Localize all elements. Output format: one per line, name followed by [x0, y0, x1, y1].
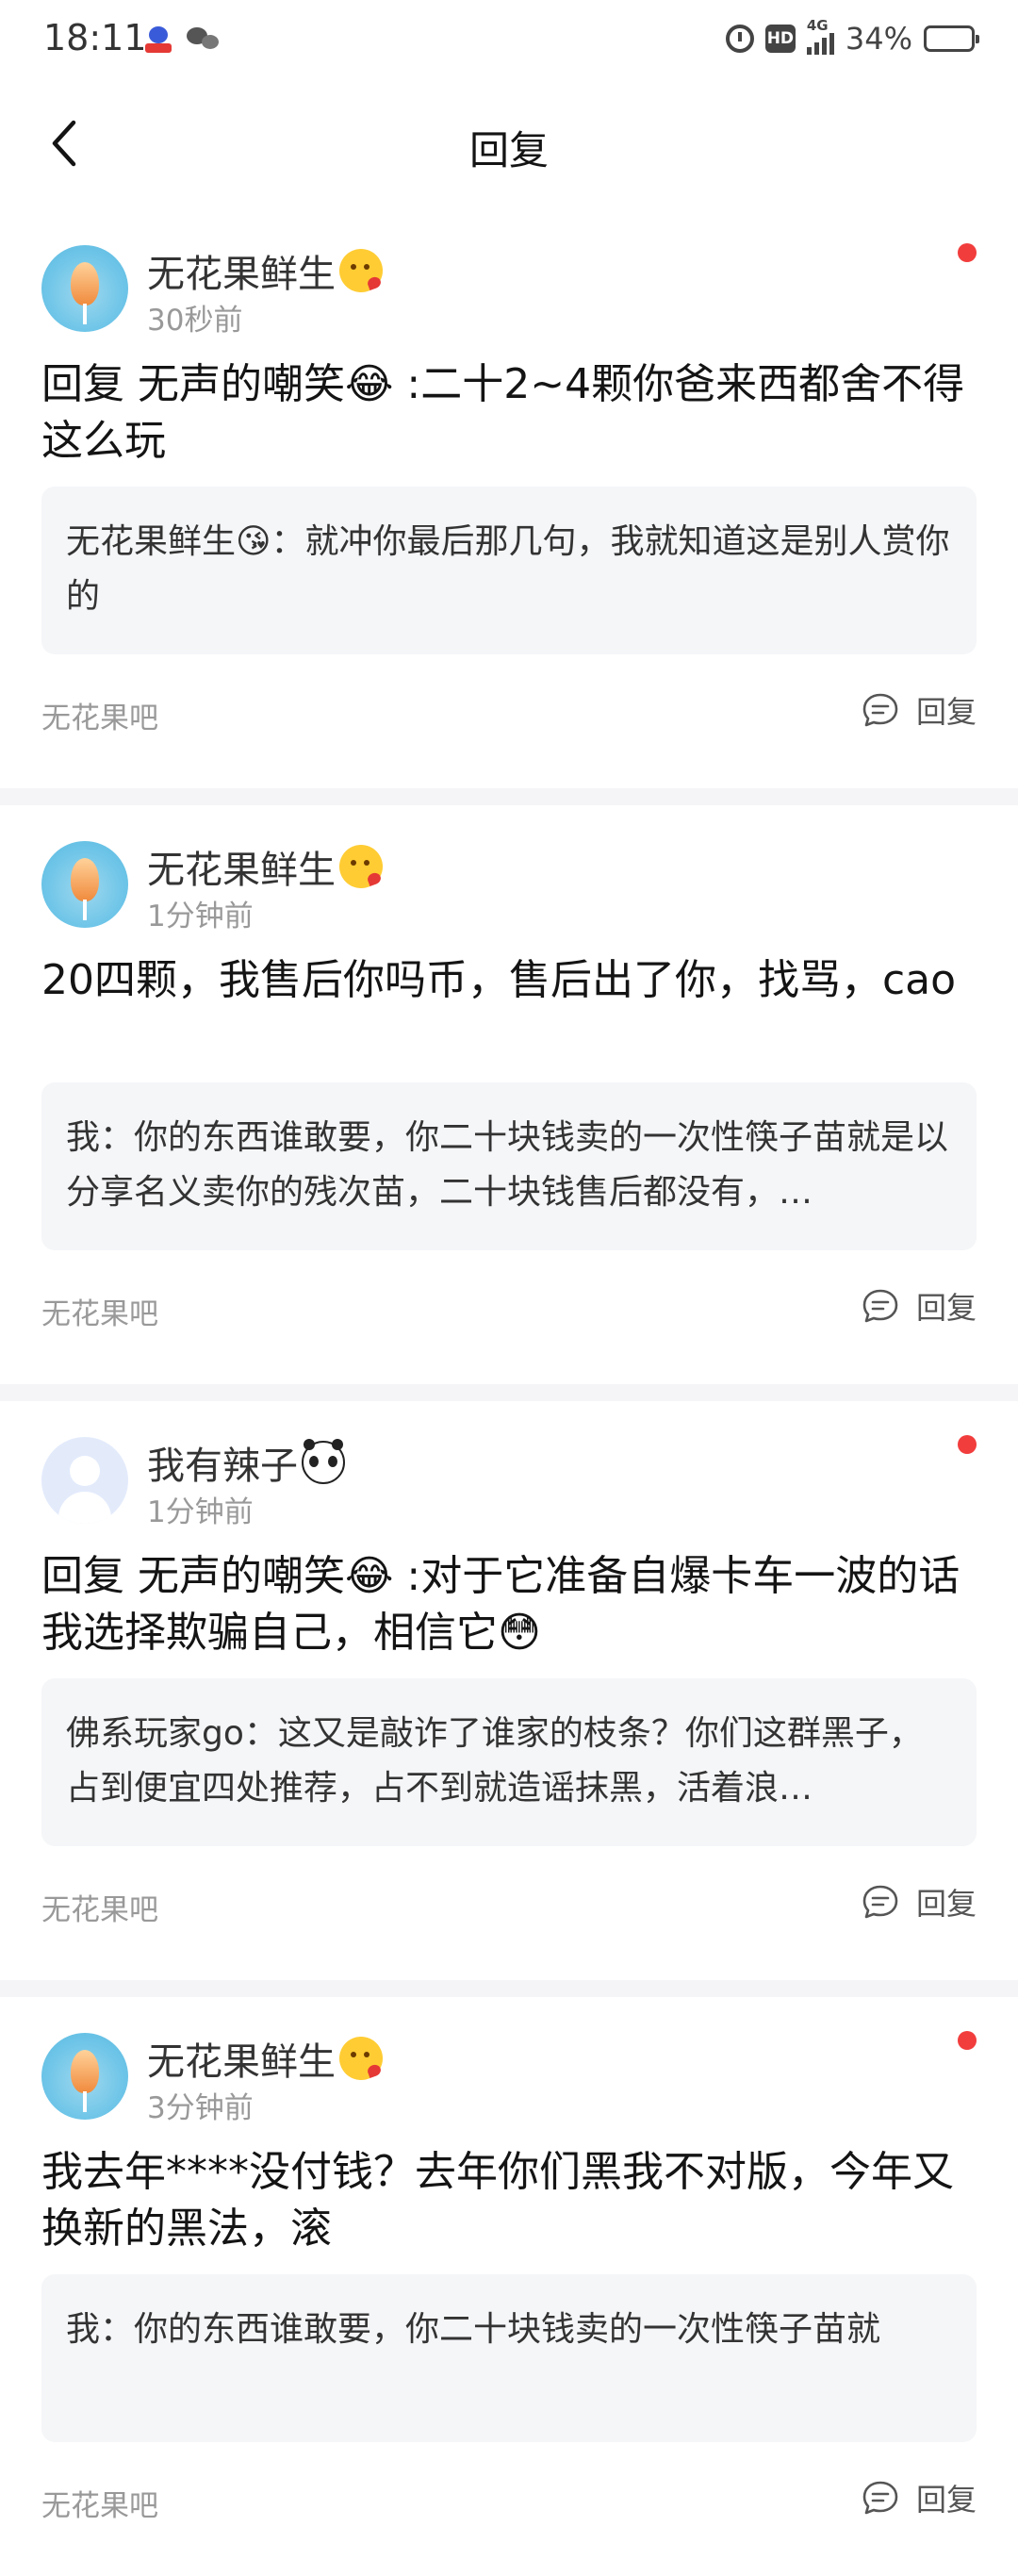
avatar[interactable] [41, 841, 128, 928]
card-divider [0, 1980, 1018, 1997]
status-time: 18:11 [43, 17, 147, 58]
quoted-comment-text: 无花果鲜生😘：就冲你最后那几句，我就知道这是别人赏你的 [66, 522, 950, 616]
quoted-comment-text: 我：你的东西谁敢要，你二十块钱卖的一次性筷子苗就 [66, 2310, 881, 2349]
kiss-emoji-icon [339, 845, 383, 888]
signal-icon: 4G [806, 17, 834, 55]
forum-name[interactable]: 无花果吧 [41, 694, 158, 736]
quoted-comment[interactable]: 无花果鲜生😘：就冲你最后那几句，我就知道这是别人赏你的 [41, 487, 977, 654]
quoted-comment[interactable]: 我：你的东西谁敢要，你二十块钱卖的一次性筷子苗就是以分享名义卖你的残次苗，二十块… [41, 1082, 977, 1250]
forum-name[interactable]: 无花果吧 [41, 1290, 158, 1332]
kiss-emoji-icon [339, 249, 383, 292]
page-title: 回复 [468, 127, 549, 173]
reply-label: 回复 [915, 1886, 977, 1922]
card-divider [0, 788, 1018, 805]
quoted-comment-text: 佛系玩家go：这又是敲诈了谁家的枝条？你们这群黑子，占到便宜四处推荐，占不到就造… [66, 1714, 923, 1808]
reply-label: 回复 [915, 694, 977, 730]
wechat-icon [187, 25, 219, 54]
reply-label: 回复 [915, 1290, 977, 1326]
comment-icon [862, 1885, 898, 1919]
reply-card[interactable]: 无花果鲜生 3分钟前 我去年****没付钱？去年你们黑我不对版，今年又换新的黑法… [0, 1997, 1018, 2576]
reply-button[interactable]: 回复 [862, 1284, 977, 1328]
username-text: 我有辣子 [147, 1445, 298, 1488]
reply-content[interactable]: 我去年****没付钱？去年你们黑我不对版，今年又换新的黑法，滚 [41, 2144, 977, 2257]
forum-name[interactable]: 无花果吧 [41, 2482, 158, 2524]
username-text: 无花果鲜生 [147, 2040, 336, 2084]
notification-icons [143, 25, 219, 55]
reply-content[interactable]: 20四颗，我售后你吗币，售后出了你，找骂，cao [41, 952, 977, 1009]
username[interactable]: 无花果鲜生 [147, 839, 383, 894]
username-text: 无花果鲜生 [147, 253, 336, 296]
unread-dot [958, 243, 977, 262]
post-time: 30秒前 [147, 304, 243, 338]
reply-button[interactable]: 回复 [862, 688, 977, 732]
quoted-comment[interactable]: 佛系玩家go：这又是敲诈了谁家的枝条？你们这群黑子，占到便宜四处推荐，占不到就造… [41, 1678, 977, 1846]
reply-card[interactable]: 无花果鲜生 30秒前 回复 无声的嘲笑😂 :二十2~4颗你爸来西都舍不得这么玩 … [0, 209, 1018, 788]
reply-button[interactable]: 回复 [862, 2476, 977, 2519]
forum-name[interactable]: 无花果吧 [41, 1886, 158, 1928]
reply-card[interactable]: 无花果鲜生 1分钟前 20四颗，我售后你吗币，售后出了你，找骂，cao 我：你的… [0, 805, 1018, 1384]
reply-feed: 无花果鲜生 30秒前 回复 无声的嘲笑😂 :二十2~4颗你爸来西都舍不得这么玩 … [0, 209, 1018, 2576]
card-divider [0, 1384, 1018, 1401]
nav-bar: 回复 [0, 77, 1018, 209]
unread-dot [958, 1435, 977, 1454]
post-time: 1分钟前 [147, 1495, 254, 1529]
reply-label: 回复 [915, 2482, 977, 2518]
kiss-emoji-icon [339, 2037, 383, 2080]
username[interactable]: 我有辣子 [147, 1435, 345, 1490]
status-bar: 18:11 HD 4G 34% [0, 0, 1018, 77]
username-text: 无花果鲜生 [147, 849, 336, 892]
status-indicators: HD 4G 34% [725, 17, 979, 57]
reply-content[interactable]: 回复 无声的嘲笑😂 :对于它准备自爆卡车一波的话我选择欺骗自己，相信它😳 [41, 1548, 977, 1661]
username[interactable]: 无花果鲜生 [147, 243, 383, 298]
comment-icon [862, 1289, 898, 1323]
reply-card[interactable]: 我有辣子 1分钟前 回复 无声的嘲笑😂 :对于它准备自爆卡车一波的话我选择欺骗自… [0, 1401, 1018, 1980]
avatar[interactable] [41, 2033, 128, 2120]
panda-emoji-icon [302, 1439, 345, 1484]
post-time: 3分钟前 [147, 2091, 254, 2125]
baidu-app-icon [143, 25, 173, 55]
quoted-comment[interactable]: 我：你的东西谁敢要，你二十块钱卖的一次性筷子苗就 [41, 2274, 977, 2442]
reply-content[interactable]: 回复 无声的嘲笑😂 :二十2~4颗你爸来西都舍不得这么玩 [41, 356, 977, 470]
unread-dot [958, 2031, 977, 2050]
username[interactable]: 无花果鲜生 [147, 2031, 383, 2086]
comment-icon [862, 2481, 898, 2515]
quoted-comment-text: 我：你的东西谁敢要，你二十块钱卖的一次性筷子苗就是以分享名义卖你的残次苗，二十块… [66, 1118, 949, 1212]
avatar[interactable] [41, 245, 128, 332]
battery-percent: 34% [845, 21, 912, 57]
hd-icon: HD [764, 25, 796, 53]
avatar[interactable] [41, 1437, 128, 1524]
battery-icon [924, 25, 979, 52]
alarm-icon [725, 25, 754, 53]
comment-icon [862, 693, 898, 727]
post-time: 1分钟前 [147, 900, 254, 933]
network-type: 4G [806, 17, 829, 34]
reply-button[interactable]: 回复 [862, 1880, 977, 1924]
